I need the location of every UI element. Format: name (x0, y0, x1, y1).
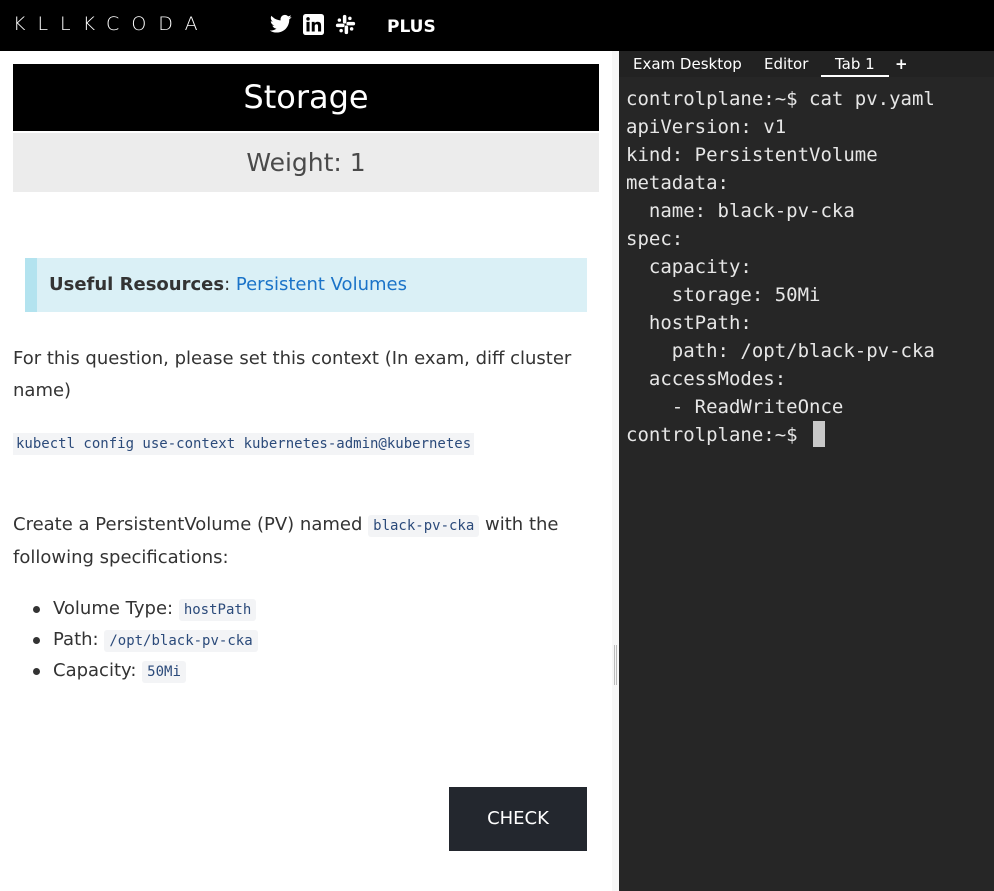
terminal-line: accessModes: (626, 368, 787, 390)
terminal-line: controlplane:~$ cat pv.yaml (626, 88, 935, 110)
persistent-volumes-link[interactable]: Persistent Volumes (236, 274, 407, 295)
tab-editor[interactable]: Editor (764, 55, 808, 73)
spec-label: Capacity: (53, 660, 137, 681)
useful-resources-callout: Useful Resources: Persistent Volumes (25, 258, 587, 312)
terminal-line: hostPath: (626, 312, 752, 334)
scenario-panel: Storage Weight: 1 Useful Resources: Pers… (0, 51, 612, 891)
terminal-line: spec: (626, 228, 684, 250)
spec-label: Volume Type: (53, 598, 174, 619)
spec-value-code[interactable]: 50Mi (142, 661, 186, 683)
check-button[interactable]: CHECK (449, 787, 587, 851)
terminal-line: metadata: (626, 172, 729, 194)
resources-label: Useful Resources (49, 274, 225, 295)
spec-label: Path: (53, 629, 99, 650)
spec-value-code[interactable]: hostPath (178, 599, 257, 621)
task-prefix: Create a PersistentVolume (PV) named (13, 514, 363, 535)
top-bar: KLLKCODA PLUS (0, 0, 994, 51)
spec-list: Volume Type: hostPath Path: /opt/black-p… (33, 593, 258, 686)
terminal-prompt: controlplane:~$ (626, 424, 810, 446)
list-item: Path: /opt/black-pv-cka (33, 624, 258, 655)
context-command[interactable]: kubectl config use-context kubernetes-ad… (13, 433, 475, 455)
task-description: Create a PersistentVolume (PV) named bla… (13, 509, 599, 574)
context-instructions: For this question, please set this conte… (13, 348, 572, 401)
terminal-line: apiVersion: v1 (626, 116, 787, 138)
linkedin-icon[interactable] (303, 14, 324, 35)
terminal-line: name: black-pv-cka (626, 200, 855, 222)
tab-exam-desktop[interactable]: Exam Desktop (633, 55, 742, 73)
terminal-output[interactable]: controlplane:~$ cat pv.yaml apiVersion: v… (626, 85, 935, 449)
plus-link[interactable]: PLUS (387, 17, 436, 37)
twitter-icon[interactable] (270, 14, 292, 34)
scenario-title: Storage (13, 64, 599, 131)
terminal-line: - ReadWriteOnce (626, 396, 844, 418)
add-tab-button[interactable]: + (895, 55, 908, 73)
resources-separator: : (224, 274, 231, 295)
terminal-prompt-line[interactable]: controlplane:~$ (626, 421, 935, 449)
terminal-panel: Exam Desktop Editor Tab 1 + controlplane… (619, 51, 994, 891)
spec-value-code[interactable]: /opt/black-pv-cka (104, 630, 258, 652)
tab-tab-1[interactable]: Tab 1 (821, 55, 889, 77)
pv-name-code[interactable]: black-pv-cka (368, 515, 480, 537)
slack-icon[interactable] (335, 14, 356, 35)
list-item: Volume Type: hostPath (33, 593, 258, 624)
terminal-cursor (813, 421, 826, 447)
terminal-line: path: /opt/black-pv-cka (626, 340, 935, 362)
panel-divider[interactable] (612, 51, 619, 891)
list-item: Capacity: 50Mi (33, 655, 258, 686)
terminal-tabs: Exam Desktop Editor Tab 1 + (619, 51, 994, 77)
resize-handle[interactable] (614, 645, 617, 685)
terminal-line: storage: 50Mi (626, 284, 821, 306)
terminal-line: capacity: (626, 256, 752, 278)
weight-label: Weight: 1 (13, 133, 599, 192)
terminal-line: kind: PersistentVolume (626, 144, 878, 166)
killercoda-logo[interactable]: KLLKCODA (13, 13, 210, 35)
